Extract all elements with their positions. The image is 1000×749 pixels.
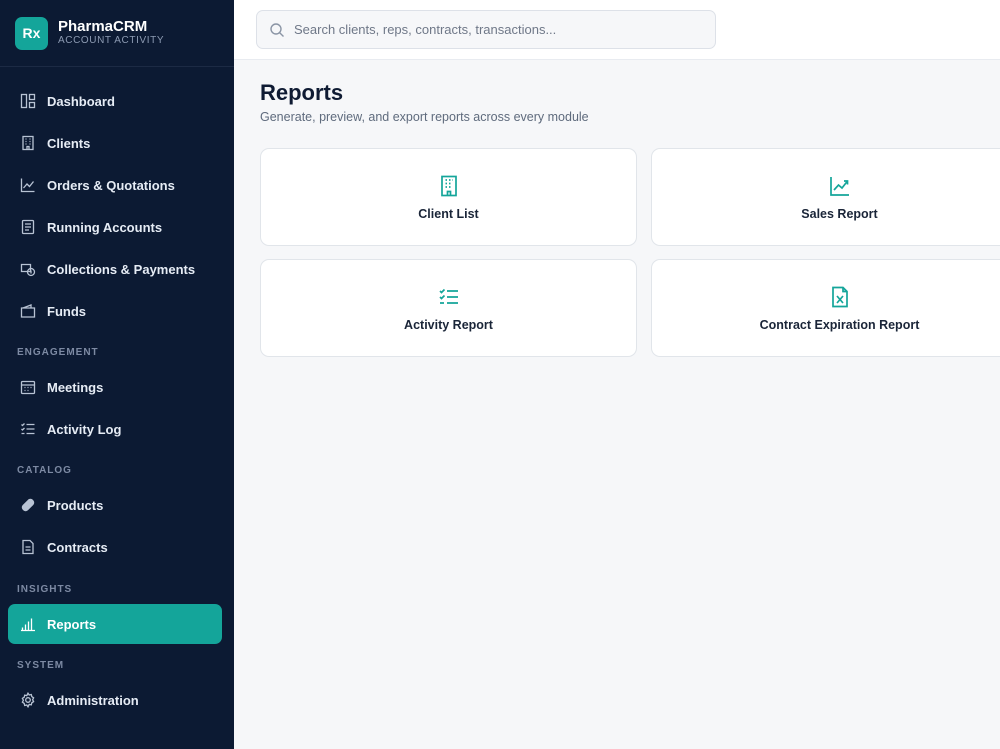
report-card-sales-report[interactable]: Sales Report [651,148,1000,246]
search-input[interactable] [294,22,694,37]
sidebar-item-funds[interactable]: Funds [8,291,222,331]
wallet-icon [20,303,36,319]
dashboard-icon [20,93,36,109]
sidebar-item-label: Orders & Quotations [47,177,175,193]
sidebar-item-label: Dashboard [47,93,115,109]
main-content: Reports Generate, preview, and export re… [260,80,589,124]
building-icon [437,174,461,198]
sidebar-item-label: Meetings [47,379,104,395]
chart-line-icon [20,177,36,193]
sidebar-item-label: Funds [47,303,86,319]
sidebar-item-products[interactable]: Products [8,485,222,525]
building-icon [20,135,36,151]
topbar [234,0,1000,60]
search-box[interactable] [256,10,716,49]
pill-icon [20,497,36,513]
section-catalog: CATALOG [17,465,72,476]
sidebar-item-label: Reports [47,616,97,632]
brand[interactable]: Rx PharmaCRM ACCOUNT ACTIVITY [0,0,234,67]
sidebar-item-running-accounts[interactable]: Running Accounts [8,207,222,247]
report-card-label: Client List [418,206,479,221]
calendar-icon [20,379,36,395]
sidebar-item-administration[interactable]: Administration [8,680,222,720]
report-card-activity-report[interactable]: Activity Report [260,259,637,357]
sidebar-item-collections[interactable]: Collections & Payments [8,249,222,289]
report-card-label: Contract Expiration Report [759,317,920,332]
sidebar-item-dashboard[interactable]: Dashboard [8,81,222,121]
report-card-label: Sales Report [801,206,878,221]
sidebar-item-contracts[interactable]: Contracts [8,527,222,567]
sidebar-item-label: Clients [47,135,91,151]
section-insights: INSIGHTS [17,584,73,595]
brand-logo: Rx [15,16,48,50]
excel-file-icon [828,285,852,309]
sidebar-item-reports[interactable]: Reports [8,604,222,644]
report-card-contract-expiration[interactable]: Contract Expiration Report [651,259,1000,357]
report-card-label: Activity Report [404,317,493,332]
sidebar-item-activity-log[interactable]: Activity Log [8,409,222,449]
brand-name: PharmaCRM [58,18,148,35]
list-check-icon [437,285,461,309]
search-icon [269,22,285,38]
sidebar: Rx PharmaCRM ACCOUNT ACTIVITY Dashboard … [0,0,234,749]
sidebar-item-orders[interactable]: Orders & Quotations [8,165,222,205]
sidebar-item-label: Administration [47,692,139,708]
gear-icon [20,692,36,708]
chart-line-icon [828,174,852,198]
page-title: Reports [260,80,344,105]
sidebar-item-label: Products [47,497,104,513]
ledger-icon [20,219,36,235]
payments-icon [20,261,36,277]
brand-subtitle: ACCOUNT ACTIVITY [58,35,165,46]
sidebar-item-label: Collections & Payments [47,261,196,277]
sidebar-item-clients[interactable]: Clients [8,123,222,163]
sidebar-item-meetings[interactable]: Meetings [8,367,222,407]
section-system: SYSTEM [17,660,65,671]
sidebar-item-label: Contracts [47,539,108,555]
bar-chart-icon [20,616,36,632]
document-icon [20,539,36,555]
sidebar-item-label: Activity Log [47,421,122,437]
section-engagement: ENGAGEMENT [17,347,99,358]
report-card-client-list[interactable]: Client List [260,148,637,246]
list-check-icon [20,421,36,437]
page-subtitle: Generate, preview, and export reports ac… [260,110,589,124]
sidebar-item-label: Running Accounts [47,219,163,235]
